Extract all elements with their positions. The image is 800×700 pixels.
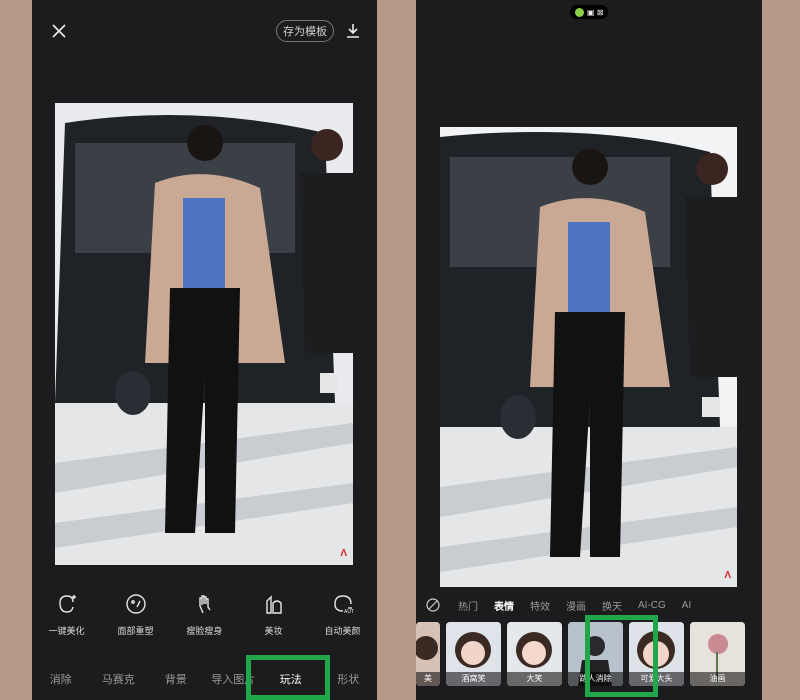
template-caption: 油画 (690, 672, 745, 686)
tool-label: 面部重塑 (117, 626, 154, 636)
close-icon[interactable] (48, 20, 70, 42)
save-template-button[interactable]: 存为模板 (276, 20, 334, 42)
template-caption: 酒窝笑 (446, 672, 501, 686)
tool-face-reshape[interactable]: 面部重塑 (104, 592, 168, 642)
editor-screen-left: 存为模板 Λ 一键美化 面部重塑 瘦脸瘦身 美妆 AUT 自动美颜 消除 马赛克… (32, 0, 377, 700)
tab-mosaic[interactable]: 马赛克 (90, 671, 148, 687)
tool-label: 一键美化 (48, 626, 85, 636)
template-caption: 美 (416, 672, 440, 686)
tab-sky-replace[interactable]: 换天 (594, 598, 630, 613)
tool-one-tap-beautify[interactable]: 一键美化 (35, 592, 99, 642)
tool-label: 瘦脸瘦身 (186, 626, 223, 636)
watermark-logo: Λ (340, 548, 347, 559)
download-icon[interactable] (342, 20, 364, 42)
editing-photo[interactable]: Λ (440, 127, 737, 587)
tab-hot[interactable]: 热门 (450, 598, 486, 613)
status-text: ▣ ⊠ (587, 7, 604, 17)
tool-slim-body[interactable]: 瘦脸瘦身 (173, 592, 237, 642)
tool-label: 美妆 (264, 626, 283, 636)
style-tab-bar: 热门 表情 特效 漫画 换天 AI-CG AI (416, 594, 762, 616)
auto-beauty-icon: AUTO (331, 592, 355, 616)
tab-effects[interactable]: 特效 (522, 598, 558, 613)
tab-comic[interactable]: 漫画 (558, 598, 594, 613)
hand-slim-icon (193, 592, 217, 616)
template-caption: 大笑 (507, 672, 562, 686)
svg-text:AUTO: AUTO (344, 609, 354, 615)
status-indicator: ▣ ⊠ (570, 5, 609, 19)
highlight-passerby-removal-template (585, 615, 658, 697)
tool-auto-beauty[interactable]: AUTO 自动美颜 (311, 592, 375, 642)
tab-expression[interactable]: 表情 (486, 598, 522, 613)
tool-makeup[interactable]: 美妆 (242, 592, 306, 642)
template-item[interactable]: 大笑 (507, 622, 562, 686)
watermark-logo: Λ (724, 570, 731, 581)
highlight-play-tab (246, 655, 330, 700)
tool-label: 自动美颜 (324, 626, 361, 636)
tab-ai-cg[interactable]: AI-CG (630, 600, 674, 611)
face-sparkle-icon (55, 592, 79, 616)
tab-erase[interactable]: 消除 (32, 671, 90, 687)
tab-background[interactable]: 背景 (147, 671, 205, 687)
template-item[interactable]: 油画 (690, 622, 745, 686)
no-effect-icon[interactable] (416, 598, 450, 612)
editing-photo[interactable]: Λ (55, 103, 353, 565)
editor-screen-right: ▣ ⊠ Λ 热门 表情 特效 漫画 换天 AI-CG AI 美 酒窝笑 大笑 路… (416, 0, 762, 700)
makeup-icon (262, 592, 286, 616)
tool-row: 一键美化 面部重塑 瘦脸瘦身 美妆 AUTO 自动美颜 (32, 592, 377, 642)
face-reshape-icon (124, 592, 148, 616)
template-item[interactable]: 酒窝笑 (446, 622, 501, 686)
tab-ai[interactable]: AI (674, 600, 699, 611)
template-item[interactable]: 美 (416, 622, 440, 686)
recording-dot-icon (575, 7, 584, 17)
